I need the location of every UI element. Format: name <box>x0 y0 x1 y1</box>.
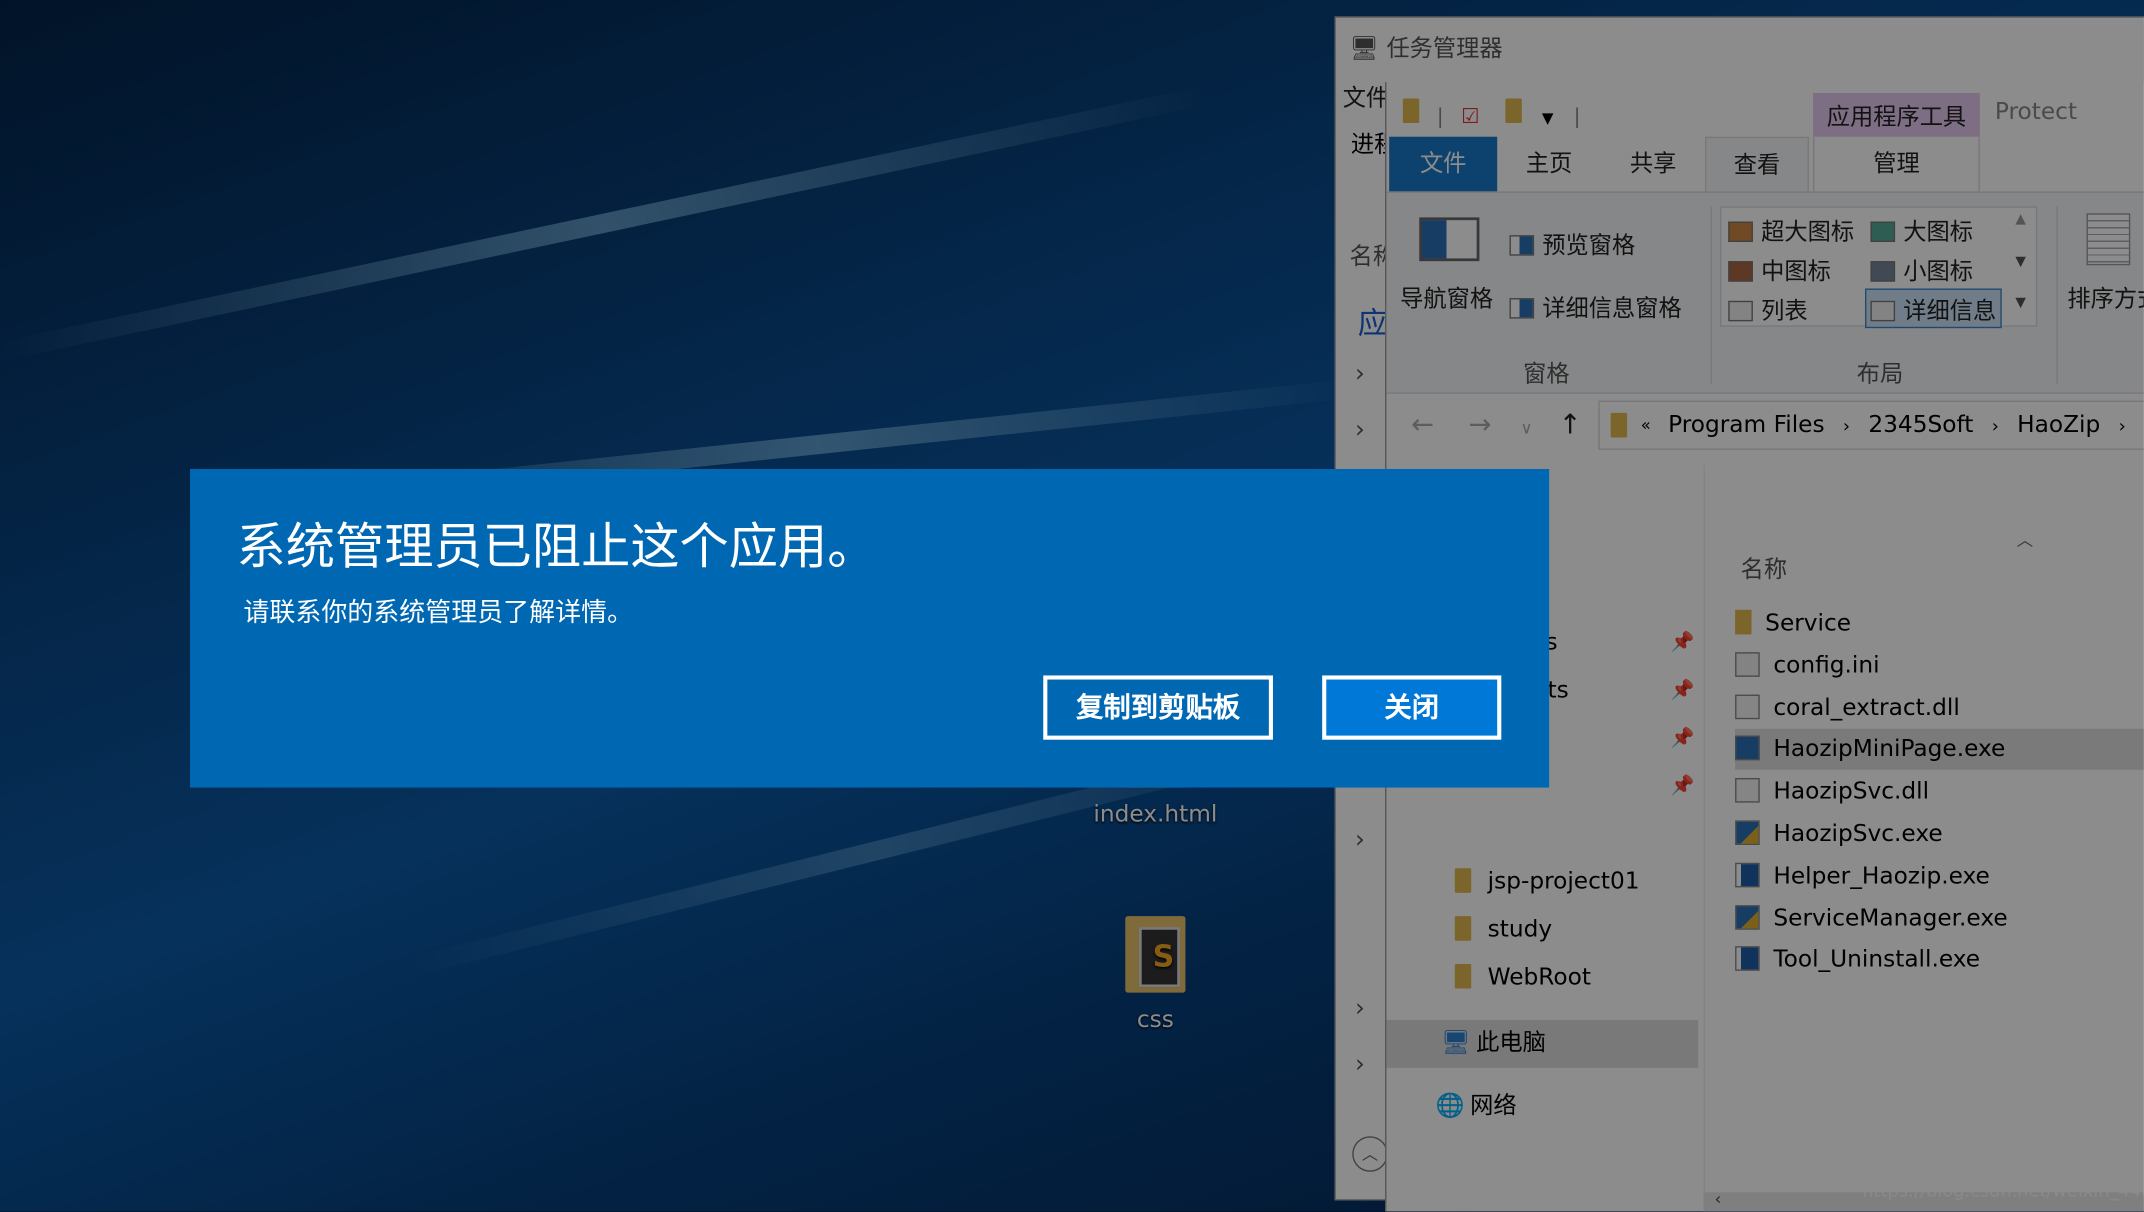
copy-to-clipboard-button[interactable]: 复制到剪贴板 <box>1043 675 1273 740</box>
blocked-app-dialog: 系统管理员已阻止这个应用。 请联系你的系统管理员了解详情。 复制到剪贴板 关闭 <box>190 468 1550 788</box>
dialog-message: 请联系你的系统管理员了解详情。 <box>243 597 634 628</box>
dialog-title: 系统管理员已阻止这个应用。 <box>236 519 877 576</box>
close-button[interactable]: 关闭 <box>1322 675 1502 740</box>
